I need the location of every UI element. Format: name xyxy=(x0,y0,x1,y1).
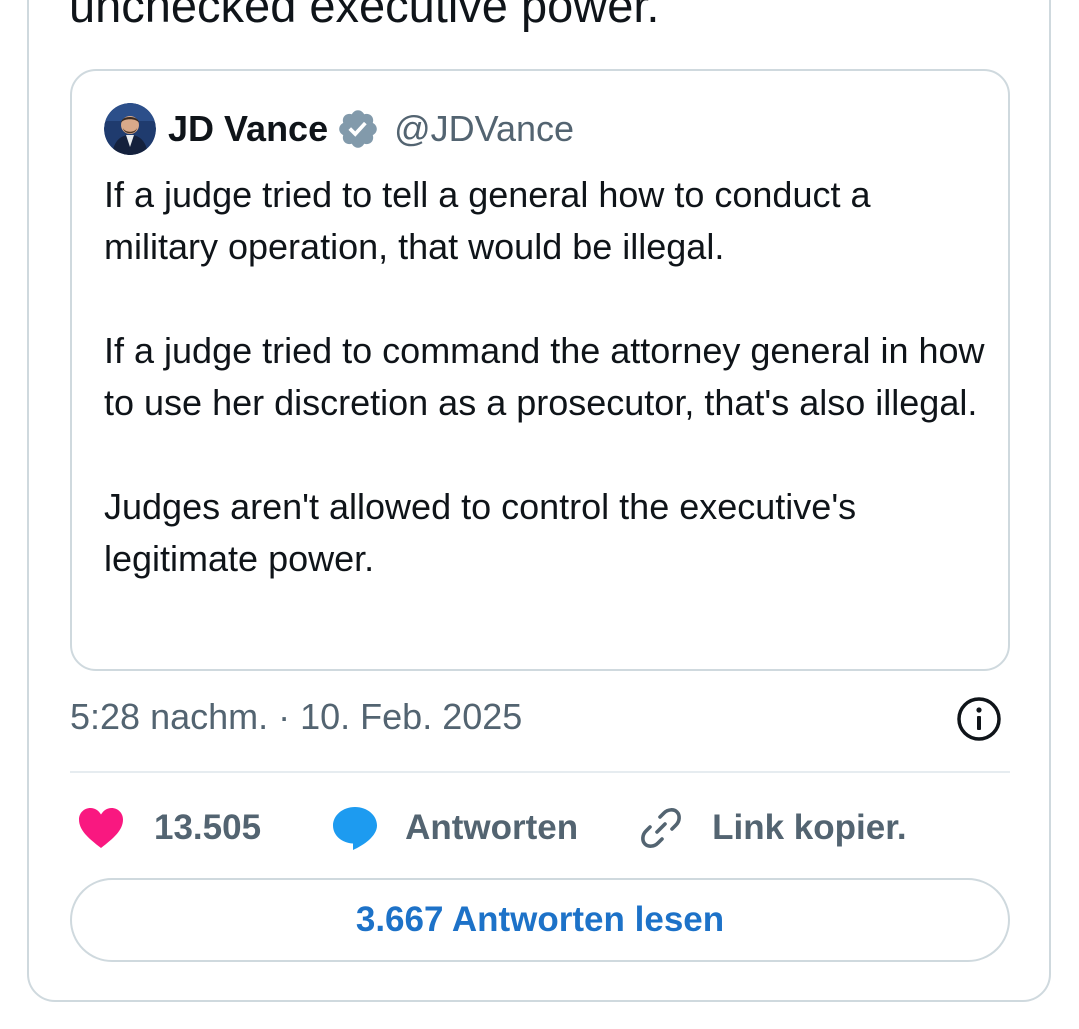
info-icon[interactable] xyxy=(955,695,1003,743)
read-replies-label: 3.667 Antworten lesen xyxy=(355,900,725,939)
divider xyxy=(70,771,1010,773)
action-bar: 13.505 Antworten Link kopier. xyxy=(76,800,907,856)
avatar[interactable] xyxy=(104,103,156,155)
quoted-author-name[interactable]: JD Vance xyxy=(168,107,328,151)
reply-button[interactable]: Antworten xyxy=(331,800,578,856)
heart-icon xyxy=(79,808,123,848)
quoted-tweet[interactable]: JD Vance @JDVance If a judge tried to te… xyxy=(70,69,1010,671)
like-count: 13.505 xyxy=(154,808,262,847)
quoted-paragraph: If a judge tried to command the attorney… xyxy=(104,330,985,423)
quoted-author-handle[interactable]: @JDVance xyxy=(394,107,574,151)
tweet-text: unchecked executive power. xyxy=(69,0,660,32)
reply-label: Antworten xyxy=(405,808,579,847)
read-replies-button[interactable]: 3.667 Antworten lesen xyxy=(70,878,1010,962)
like-button[interactable]: 13.505 xyxy=(76,800,261,856)
quoted-paragraph: If a judge tried to tell a general how t… xyxy=(104,174,871,267)
quoted-tweet-text: If a judge tried to tell a general how t… xyxy=(104,169,994,585)
quoted-tweet-header: JD Vance @JDVance xyxy=(104,103,574,155)
copy-link-label: Link kopier. xyxy=(712,808,907,847)
verified-badge-icon xyxy=(339,110,377,148)
quoted-paragraph: Judges aren't allowed to control the exe… xyxy=(104,486,857,579)
tweet-timestamp[interactable]: 5:28 nachm. · 10. Feb. 2025 xyxy=(70,695,522,739)
link-icon xyxy=(641,808,682,848)
speech-bubble-icon xyxy=(333,807,378,850)
copy-link-button[interactable]: Link kopier. xyxy=(638,800,907,856)
